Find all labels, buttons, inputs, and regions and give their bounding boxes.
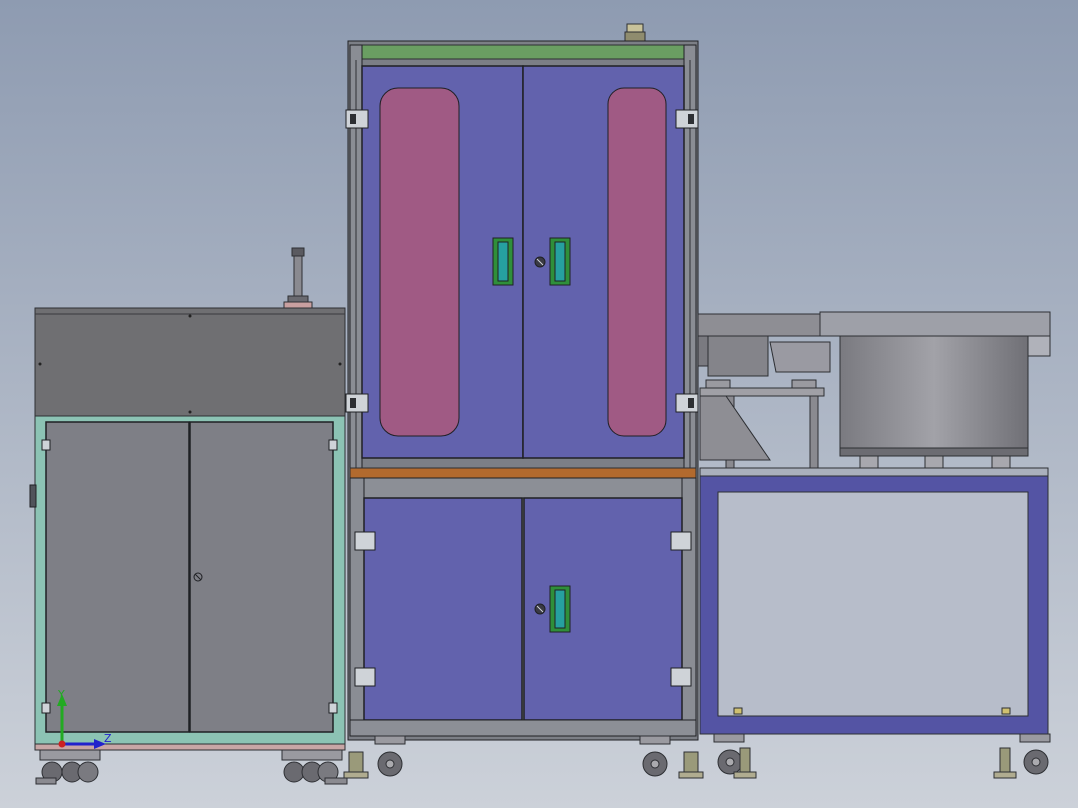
caster-wheel-icon [35, 749, 101, 785]
left-top-panel [34, 307, 346, 417]
feeder-support-plate [699, 387, 825, 397]
vibratory-bowl-rim [819, 311, 1051, 337]
left-cabinet [29, 247, 348, 785]
lower-door-left [363, 497, 523, 721]
hinge-icon [328, 702, 338, 714]
z-axis-label: Z [104, 732, 112, 745]
cad-viewport: Y Z [0, 0, 1078, 808]
stack-light-icon [624, 23, 646, 43]
hinge-icon [345, 109, 369, 129]
hinge-icon [41, 702, 51, 714]
feeder-chute [769, 341, 831, 373]
handle-grip [497, 241, 509, 282]
center-top-rail [349, 44, 697, 60]
feeder-stand-opening [717, 491, 1029, 717]
center-shelf-plate [349, 467, 697, 479]
vibratory-bowl-body [839, 335, 1029, 455]
upper-door-right-window [607, 87, 667, 437]
linear-feeder-track [697, 313, 821, 337]
lower-door-right [523, 497, 683, 721]
y-axis-label: Y [57, 688, 65, 701]
hinge-icon [675, 393, 699, 413]
hinge-icon [354, 531, 376, 551]
hinge-icon [41, 439, 51, 451]
left-cabinet-door-left [45, 421, 190, 733]
hinge-icon [675, 109, 699, 129]
hinge-icon [328, 439, 338, 451]
center-cabinet [343, 23, 704, 779]
hinge-icon [670, 531, 692, 551]
hinge-icon [354, 667, 376, 687]
hinge-icon [345, 393, 369, 413]
upper-door-left-window [379, 87, 460, 437]
handle-grip [554, 589, 566, 629]
handle-grip [554, 241, 566, 282]
triad-origin [58, 740, 66, 748]
left-cabinet-door-right [189, 421, 334, 733]
hinge-icon [670, 667, 692, 687]
